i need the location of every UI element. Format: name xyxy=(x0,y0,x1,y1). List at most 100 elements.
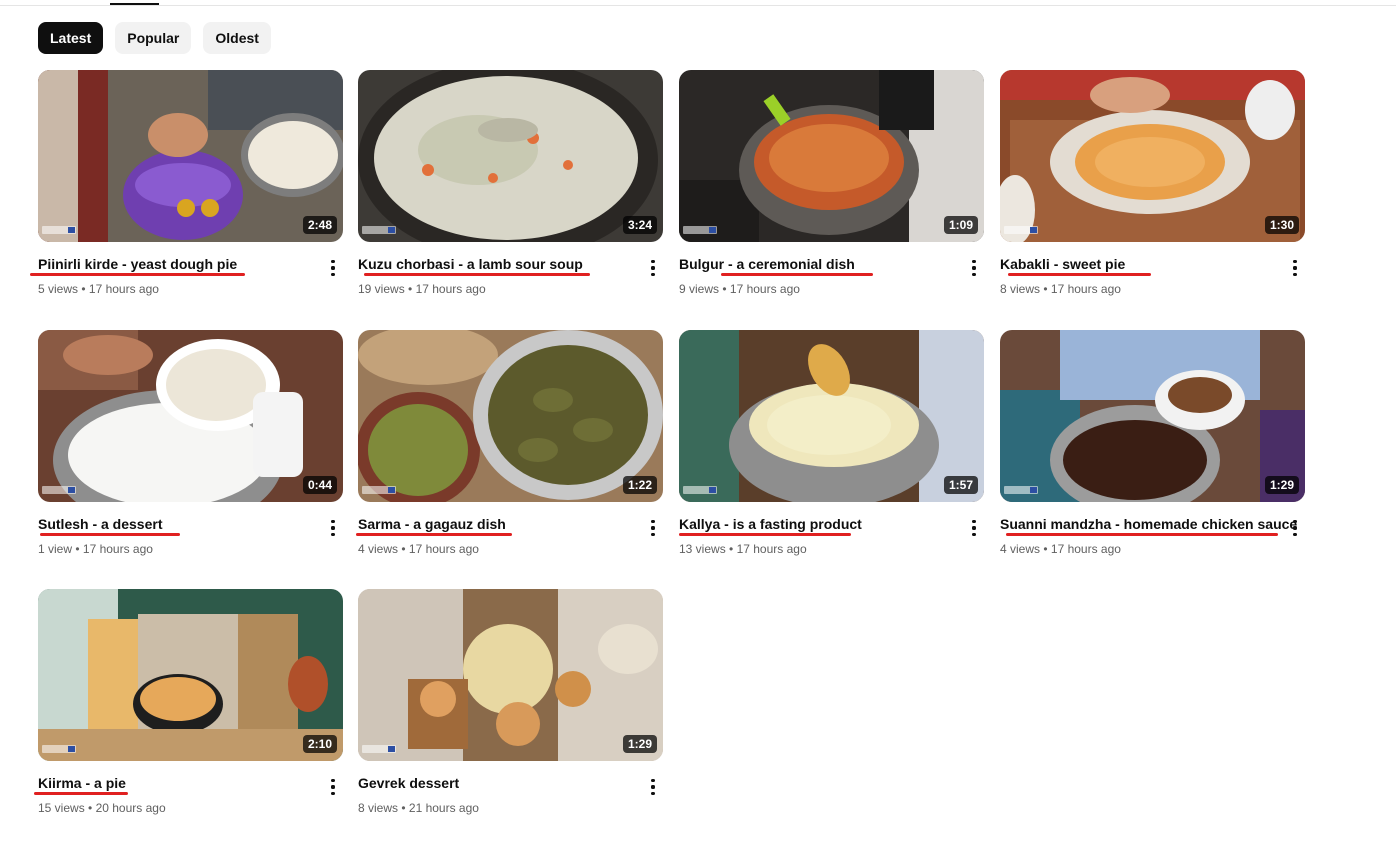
annotation-underline xyxy=(356,533,512,536)
video-duration: 2:10 xyxy=(302,735,337,753)
upload-age: 17 hours ago xyxy=(1050,542,1121,556)
annotation-underline xyxy=(1008,273,1151,276)
video-title[interactable]: Suanni mandzha - homemade chicken sauce xyxy=(1000,515,1297,533)
video-card[interactable]: 1:22 Sarma - a gagauz dish 4 views • 17 … xyxy=(356,330,663,570)
video-meta: 1 view • 17 hours ago xyxy=(38,542,153,556)
video-meta: 4 views • 17 hours ago xyxy=(358,542,479,556)
more-options-icon[interactable] xyxy=(323,516,343,540)
video-duration: 1:22 xyxy=(622,476,657,494)
chip-latest[interactable]: Latest xyxy=(38,22,104,54)
video-card[interactable]: 1:29 Suanni mandzha - homemade chicken s… xyxy=(1000,330,1305,570)
eu-logo-icon xyxy=(1004,486,1038,494)
video-card[interactable]: 1:09 Bulgur - a ceremonial dish 9 views … xyxy=(679,70,984,310)
video-thumbnail[interactable]: 2:10 xyxy=(38,589,343,761)
eu-logo-icon xyxy=(42,745,76,753)
upload-age: 17 hours ago xyxy=(736,542,807,556)
more-options-icon[interactable] xyxy=(643,775,663,799)
thumbnail-image xyxy=(358,330,663,502)
eu-logo-icon xyxy=(362,226,396,234)
eu-logo-icon xyxy=(42,486,76,494)
video-duration: 1:57 xyxy=(943,476,978,494)
view-count: 5 views xyxy=(38,282,79,296)
annotation-underline xyxy=(30,273,245,276)
view-count: 8 views xyxy=(358,801,399,815)
video-thumbnail[interactable]: 1:29 xyxy=(358,589,663,761)
upload-age: 21 hours ago xyxy=(408,801,479,815)
view-count: 19 views xyxy=(358,282,405,296)
video-card[interactable]: 1:29 Gevrek dessert 8 views • 21 hours a… xyxy=(358,589,663,829)
eu-logo-icon xyxy=(1004,226,1038,234)
thumbnail-image xyxy=(679,330,984,502)
upload-age: 17 hours ago xyxy=(88,282,159,296)
view-count: 4 views xyxy=(358,542,399,556)
thumbnail-image xyxy=(38,330,343,502)
video-card[interactable]: 0:44 Sutlesh - a dessert 1 view • 17 hou… xyxy=(38,330,343,570)
more-options-icon[interactable] xyxy=(323,775,343,799)
annotation-underline xyxy=(679,533,851,536)
video-thumbnail[interactable]: 1:57 xyxy=(679,330,984,502)
thumbnail-image xyxy=(358,589,663,761)
upload-age: 17 hours ago xyxy=(1050,282,1121,296)
upload-age: 17 hours ago xyxy=(82,542,153,556)
video-card[interactable]: 2:10 Kiirma - a pie 15 views • 20 hours … xyxy=(34,589,343,829)
thumbnail-image xyxy=(38,70,343,242)
more-options-icon[interactable] xyxy=(964,516,984,540)
video-meta: 19 views • 17 hours ago xyxy=(358,282,486,296)
video-duration: 1:29 xyxy=(1264,476,1299,494)
upload-age: 17 hours ago xyxy=(408,542,479,556)
video-title[interactable]: Kuzu chorbasi - a lamb sour soup xyxy=(358,255,638,273)
video-thumbnail[interactable]: 1:09 xyxy=(679,70,984,242)
video-thumbnail[interactable]: 0:44 xyxy=(38,330,343,502)
view-count: 15 views xyxy=(38,801,85,815)
chip-popular[interactable]: Popular xyxy=(115,22,192,54)
video-title[interactable]: Kiirma - a pie xyxy=(38,774,318,792)
video-card[interactable]: 2:48 Piinirli kirde - yeast dough pie 5 … xyxy=(30,70,343,310)
view-count: 9 views xyxy=(679,282,720,296)
video-title[interactable]: Sutlesh - a dessert xyxy=(38,515,318,533)
thumbnail-image xyxy=(679,70,984,242)
more-options-icon[interactable] xyxy=(1285,516,1305,540)
video-card[interactable]: 1:30 Kabakli - sweet pie 8 views • 17 ho… xyxy=(1000,70,1305,310)
video-title[interactable]: Piinirli kirde - yeast dough pie xyxy=(38,255,318,273)
video-meta: 13 views • 17 hours ago xyxy=(679,542,807,556)
video-thumbnail[interactable]: 1:22 xyxy=(358,330,663,502)
thumbnail-image xyxy=(1000,330,1305,502)
video-card[interactable]: 1:57 Kallya - is a fasting product 13 vi… xyxy=(679,330,984,570)
upload-age: 20 hours ago xyxy=(95,801,166,815)
video-title[interactable]: Bulgur - a ceremonial dish xyxy=(679,255,959,273)
video-thumbnail[interactable]: 3:24 xyxy=(358,70,663,242)
video-thumbnail[interactable]: 1:30 xyxy=(1000,70,1305,242)
video-title[interactable]: Kallya - is a fasting product xyxy=(679,515,959,533)
annotation-underline xyxy=(40,533,180,536)
video-duration: 2:48 xyxy=(302,216,337,234)
video-title[interactable]: Kabakli - sweet pie xyxy=(1000,255,1280,273)
upload-age: 17 hours ago xyxy=(415,282,486,296)
video-card[interactable]: 3:24 Kuzu chorbasi - a lamb sour soup 19… xyxy=(358,70,663,310)
more-options-icon[interactable] xyxy=(964,256,984,280)
video-meta: 8 views • 21 hours ago xyxy=(358,801,479,815)
video-title[interactable]: Gevrek dessert xyxy=(358,774,638,792)
more-options-icon[interactable] xyxy=(323,256,343,280)
view-count: 8 views xyxy=(1000,282,1041,296)
more-options-icon[interactable] xyxy=(643,256,663,280)
video-meta: 5 views • 17 hours ago xyxy=(38,282,159,296)
video-thumbnail[interactable]: 2:48 xyxy=(38,70,343,242)
top-divider xyxy=(0,5,1396,6)
view-count: 1 view xyxy=(38,542,73,556)
video-title[interactable]: Sarma - a gagauz dish xyxy=(358,515,638,533)
video-meta: 8 views • 17 hours ago xyxy=(1000,282,1121,296)
video-meta: 4 views • 17 hours ago xyxy=(1000,542,1121,556)
video-thumbnail[interactable]: 1:29 xyxy=(1000,330,1305,502)
eu-logo-icon xyxy=(362,486,396,494)
video-meta: 9 views • 17 hours ago xyxy=(679,282,800,296)
video-duration: 1:29 xyxy=(622,735,657,753)
more-options-icon[interactable] xyxy=(1285,256,1305,280)
active-tab-indicator xyxy=(110,3,159,5)
video-duration: 0:44 xyxy=(302,476,337,494)
video-duration: 1:09 xyxy=(943,216,978,234)
thumbnail-image xyxy=(358,70,663,242)
more-options-icon[interactable] xyxy=(643,516,663,540)
annotation-underline xyxy=(721,273,873,276)
chip-oldest[interactable]: Oldest xyxy=(203,22,271,54)
annotation-underline xyxy=(1006,533,1278,536)
